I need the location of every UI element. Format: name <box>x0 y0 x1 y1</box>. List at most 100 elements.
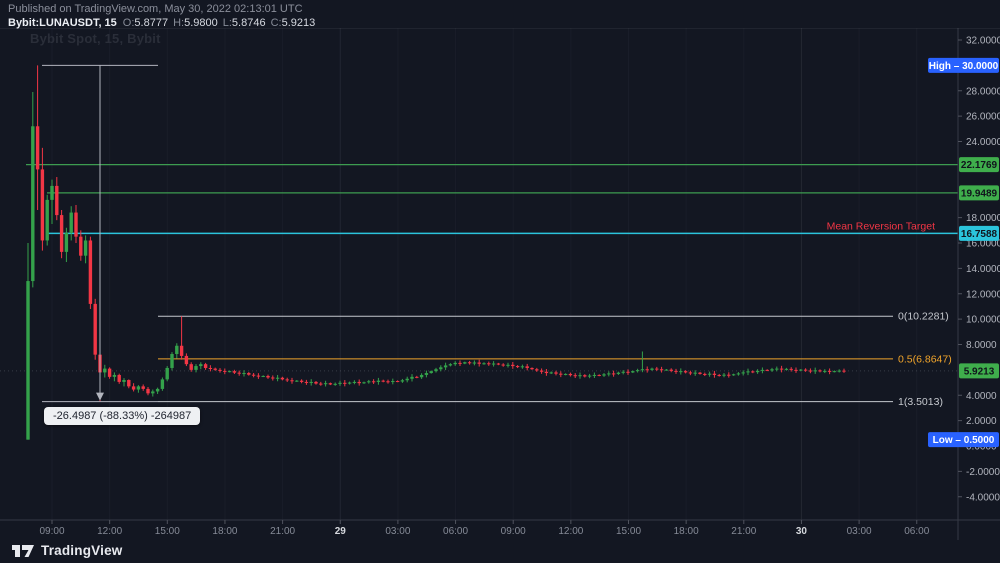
candle-body <box>391 381 394 382</box>
candle-body <box>583 375 586 376</box>
candle-body <box>108 369 111 377</box>
grid <box>52 28 917 520</box>
candle-body <box>94 304 97 355</box>
candle-body <box>497 364 500 365</box>
time-axis-label: 21:00 <box>731 526 756 537</box>
candle-body <box>814 370 817 371</box>
candle-body <box>478 363 481 364</box>
candle-body <box>775 369 778 370</box>
candle-body <box>329 383 332 384</box>
candle-body <box>545 372 548 373</box>
candle-body <box>247 373 250 375</box>
candle-body <box>281 378 284 380</box>
candle-body <box>650 369 653 370</box>
candle-body <box>430 371 433 373</box>
candle-body <box>74 213 77 237</box>
mean-reversion-badge: 16.7588 <box>959 226 999 241</box>
svg-text:5.9213: 5.9213 <box>964 366 995 377</box>
candle-body <box>122 380 125 382</box>
candle-body <box>55 186 58 215</box>
candle-body <box>458 363 461 364</box>
price-chart-canvas[interactable]: Mean Reversion Target 0(10.2281) 0.5(6.864… <box>0 0 1000 563</box>
candle-body <box>60 215 63 252</box>
time-axis-label: 18:00 <box>212 526 237 537</box>
measure-arrow-head <box>96 393 104 401</box>
price-tick-label: -4.0000 <box>966 492 1000 503</box>
candle-body <box>530 368 533 369</box>
candle-body <box>137 386 140 389</box>
candle-body <box>386 381 389 382</box>
candle-body <box>415 377 418 378</box>
candle-body <box>751 371 754 372</box>
tradingview-logo[interactable] <box>12 544 34 558</box>
published-timestamp: Published on TradingView.com, May 30, 20… <box>8 3 320 15</box>
candle-body <box>722 375 725 376</box>
svg-text:22.1769: 22.1769 <box>961 160 998 171</box>
svg-text:Mean Reversion Target: Mean Reversion Target <box>827 220 935 232</box>
candle-body <box>684 371 687 372</box>
ohlc-value: L:5.8746 <box>223 17 266 29</box>
candle-body <box>468 362 471 363</box>
tradingview-brand-text[interactable]: TradingView <box>41 543 122 558</box>
svg-text:1(3.5013): 1(3.5013) <box>898 396 943 408</box>
candle-body <box>502 365 505 366</box>
candle-body <box>185 356 188 364</box>
svg-text:0.5(6.8647): 0.5(6.8647) <box>898 353 952 365</box>
price-tick-label: 2.0000 <box>966 416 997 427</box>
candle-body <box>727 375 730 376</box>
candle-body <box>396 381 399 382</box>
candle-body <box>26 281 29 440</box>
candle-body <box>660 369 663 370</box>
candle-body <box>535 369 538 370</box>
candle-body <box>646 369 649 370</box>
candle-body <box>473 363 476 364</box>
candle-body <box>204 364 207 368</box>
candle-body <box>626 372 629 373</box>
candle-body <box>434 369 437 371</box>
candle-body <box>410 377 413 379</box>
candle-body <box>31 126 34 281</box>
candle-body <box>564 374 567 375</box>
candle-body <box>310 382 313 383</box>
candle-body <box>742 372 745 373</box>
candle-body <box>833 371 836 372</box>
price-tick-label: 4.0000 <box>966 391 997 402</box>
svg-text:0(10.2281): 0(10.2281) <box>898 311 949 323</box>
candle-body <box>766 370 769 371</box>
footer: TradingView <box>12 543 122 558</box>
candle-body <box>314 382 317 384</box>
candle-body <box>377 381 380 382</box>
candle-body <box>598 375 601 376</box>
price-tick-label: 26.0000 <box>966 112 1000 123</box>
candle-body <box>698 373 701 374</box>
candle-body <box>36 126 39 169</box>
candle-body <box>324 383 327 384</box>
candle-body <box>578 375 581 376</box>
ohlc-value: O:5.8777 <box>123 17 168 29</box>
candle-body <box>521 366 524 367</box>
time-axis-label: 03:00 <box>385 526 410 537</box>
candle-body <box>238 373 241 374</box>
time-axis-label: 09:00 <box>501 526 526 537</box>
candle-body <box>146 389 149 393</box>
candle-body <box>89 240 92 303</box>
candle-body <box>674 371 677 372</box>
time-axis[interactable]: 09:0012:0015:0018:0021:002903:0006:0009:… <box>39 520 929 537</box>
low-badge: Low – 0.5000 <box>928 432 999 447</box>
chart-watermark: Bybit Spot, 15, Bybit <box>30 31 161 46</box>
candle-body <box>540 371 543 372</box>
price-tick-label: 28.0000 <box>966 86 1000 97</box>
candle-body <box>132 386 135 389</box>
candle-body <box>199 364 202 366</box>
ohlc-value: C:5.9213 <box>271 17 316 29</box>
candle-body <box>79 237 82 256</box>
time-axis-label: 09:00 <box>39 526 64 537</box>
candle-body <box>487 363 490 364</box>
price-tick-label: 24.0000 <box>966 137 1000 148</box>
candle-body <box>804 370 807 371</box>
candle-body <box>266 376 269 378</box>
candle-body <box>65 233 68 252</box>
svg-text:19.9489: 19.9489 <box>961 188 998 199</box>
candle-body <box>348 383 351 384</box>
candle-body <box>180 346 183 356</box>
